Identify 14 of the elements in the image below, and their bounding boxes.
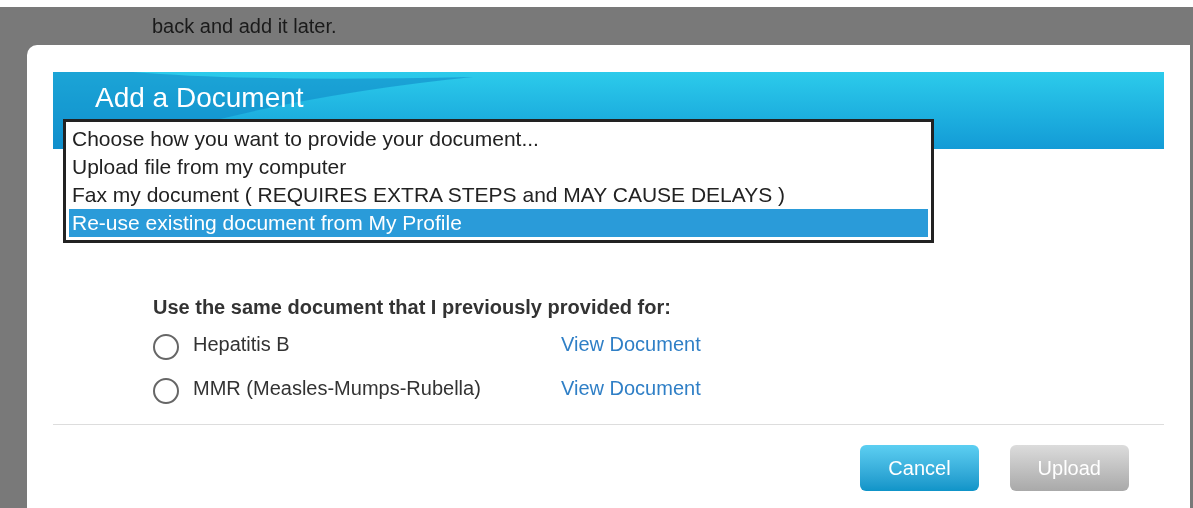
dialog-title: Add a Document: [95, 82, 304, 114]
radio-button[interactable]: [153, 378, 179, 404]
document-name: Hepatitis B: [193, 332, 291, 357]
dropdown-option[interactable]: Upload file from my computer: [69, 153, 928, 181]
prompt-text: Use the same document that I previously provided for:: [153, 295, 672, 320]
radio-button[interactable]: [153, 334, 179, 360]
background-text: back and add it later.: [152, 14, 337, 39]
dropdown-option[interactable]: Choose how you want to provide your document...: [69, 125, 928, 153]
cancel-button[interactable]: Cancel: [860, 445, 979, 491]
dropdown-option[interactable]: Fax my document ( REQUIRES EXTRA STEPS and MAY CAUSE DELAYS ): [69, 181, 928, 209]
dropdown-option[interactable]: Re-use existing document from My Profile: [69, 209, 928, 237]
view-document-link[interactable]: View Document: [561, 373, 701, 403]
document-name: MMR (Measles-Mumps-Rubella): [193, 376, 482, 401]
view-document-link[interactable]: View Document: [561, 329, 701, 359]
